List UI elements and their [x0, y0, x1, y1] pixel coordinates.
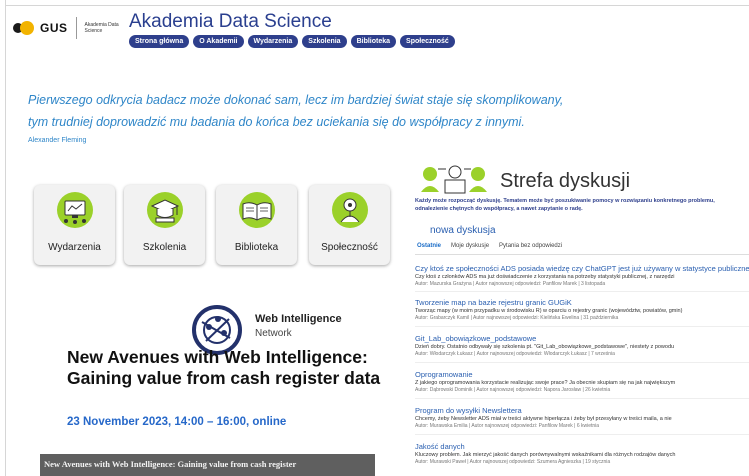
topic-excerpt: Czy ktoś z członków ADS ma już doświadcz…: [415, 274, 675, 280]
discussion-tabs: Ostatnie Moje dyskusje Pytania bez odpow…: [417, 243, 562, 249]
topic-meta: Autor: Mazurska Grażyna | Autor najnowsz…: [415, 281, 606, 287]
nav-home[interactable]: Strona główna: [129, 35, 190, 48]
events-icon: [57, 192, 93, 228]
topic-meta: Autor: Włodarczyk Łukasz | Autor najnows…: [415, 351, 615, 357]
logo-subtitle: Akademia Data Science: [84, 22, 119, 34]
topic-title[interactable]: Tworzenie map na bazie rejestru granic G…: [415, 298, 749, 307]
divider: [415, 362, 749, 363]
divider: [415, 398, 749, 399]
tabs-divider: [415, 254, 749, 255]
wi-logo-name: Web Intelligence: [255, 313, 342, 325]
list-item[interactable]: Program do wysyłki Newslettera Chcemy, ż…: [415, 406, 749, 429]
gus-logo[interactable]: GUS Akademia Data Science: [13, 17, 125, 39]
discussion-icon: [421, 165, 487, 194]
graduation-icon: [147, 192, 183, 228]
tile-trainings-label: Szkolenia: [142, 242, 187, 253]
quote-author: Alexander Fleming: [28, 137, 87, 144]
main-nav: Strona główna O Akademii Wydarzenia Szko…: [129, 35, 455, 48]
page-frame-top: [5, 5, 749, 6]
tile-library-label: Biblioteka: [234, 242, 279, 253]
event-title[interactable]: New Avenues with Web Intelligence: Gaini…: [67, 347, 387, 389]
event-banner-text: New Avenues with Web Intelligence: Gaini…: [44, 459, 297, 469]
tile-community[interactable]: Społeczność: [309, 185, 390, 265]
page-frame-left: [5, 0, 6, 476]
topic-excerpt: Kluczowy problem. Jak mierzyć jakość dan…: [415, 452, 676, 458]
topic-title[interactable]: Program do wysyłki Newslettera: [415, 406, 749, 415]
list-item[interactable]: Jakość danych Kluczowy problem. Jak mier…: [415, 442, 749, 465]
nav-trainings[interactable]: Szkolenia: [302, 35, 347, 48]
event-date: 23 November 2023, 14:00 – 16:00, online: [67, 416, 287, 428]
tab-recent[interactable]: Ostatnie: [417, 243, 441, 249]
nav-about[interactable]: O Akademii: [193, 35, 244, 48]
divider: [415, 434, 749, 435]
nav-events[interactable]: Wydarzenia: [247, 35, 299, 48]
new-discussion-link[interactable]: nowa dyskusja: [430, 225, 496, 236]
tab-unanswered[interactable]: Pytania bez odpowiedzi: [499, 243, 562, 249]
list-item[interactable]: Czy ktoś ze społeczności ADS posiada wie…: [415, 264, 749, 287]
list-item[interactable]: Git_Lab_obowiązkowe_podstawowe Dzień dob…: [415, 334, 749, 357]
topic-excerpt: Chcemy, żeby Newsletter ADS miał w treśc…: [415, 416, 672, 422]
discussion-description: Każdy może rozpocząć dyskusję. Tematem m…: [415, 198, 715, 212]
tile-events-label: Wydarzenia: [48, 242, 101, 253]
topic-meta: Autor: Murawska Emilia | Autor najnowsze…: [415, 423, 600, 429]
tile-trainings[interactable]: Szkolenia: [124, 185, 205, 265]
topic-excerpt: Dzień dobry. Ostatnio odbywały się szkol…: [415, 344, 675, 350]
logo-divider: [75, 17, 77, 39]
nav-community[interactable]: Społeczność: [400, 35, 455, 48]
site-title[interactable]: Akademia Data Science: [129, 11, 332, 33]
topic-title[interactable]: Oprogramowanie: [415, 370, 749, 379]
nav-library[interactable]: Biblioteka: [350, 35, 397, 48]
wi-logo-sub: Network: [255, 328, 292, 339]
topic-excerpt: Z jakiego oprogramowania korzystacie rea…: [415, 380, 676, 386]
community-icon: [332, 192, 368, 228]
topic-meta: Autor: Murawski Paweł | Autor najnowszej…: [415, 459, 611, 465]
gus-logo-icon: [13, 21, 35, 35]
divider: [415, 326, 749, 327]
discussion-title: Strefa dyskusji: [500, 170, 631, 192]
topic-meta: Autor: Dąbrowski Dominik | Autor najnows…: [415, 387, 611, 393]
topic-title[interactable]: Jakość danych: [415, 442, 749, 451]
list-item[interactable]: Tworzenie map na bazie rejestru granic G…: [415, 298, 749, 321]
quote-line-1: Pierwszego odkrycia badacz może dokonać …: [28, 93, 564, 107]
book-icon: [239, 192, 275, 228]
tile-events[interactable]: Wydarzenia: [34, 185, 115, 265]
quote-line-2: tym trudniej doprowadzić mu badania do k…: [28, 115, 525, 129]
topic-excerpt: Tworząc mapy (w moim przypadku w środowi…: [415, 308, 683, 314]
tile-community-label: Społeczność: [321, 242, 378, 253]
topic-meta: Autor: Grabarczyk Kamil | Autor najnowsz…: [415, 315, 619, 321]
list-item[interactable]: Oprogramowanie Z jakiego oprogramowania …: [415, 370, 749, 393]
quote: Pierwszego odkrycia badacz może dokonać …: [28, 89, 738, 133]
topic-title[interactable]: Czy ktoś ze społeczności ADS posiada wie…: [415, 264, 749, 273]
divider: [415, 291, 749, 292]
tile-library[interactable]: Biblioteka: [216, 185, 297, 265]
logo-text: GUS: [40, 21, 68, 35]
topic-title[interactable]: Git_Lab_obowiązkowe_podstawowe: [415, 334, 749, 343]
tab-my-discussions[interactable]: Moje dyskusje: [451, 243, 489, 249]
